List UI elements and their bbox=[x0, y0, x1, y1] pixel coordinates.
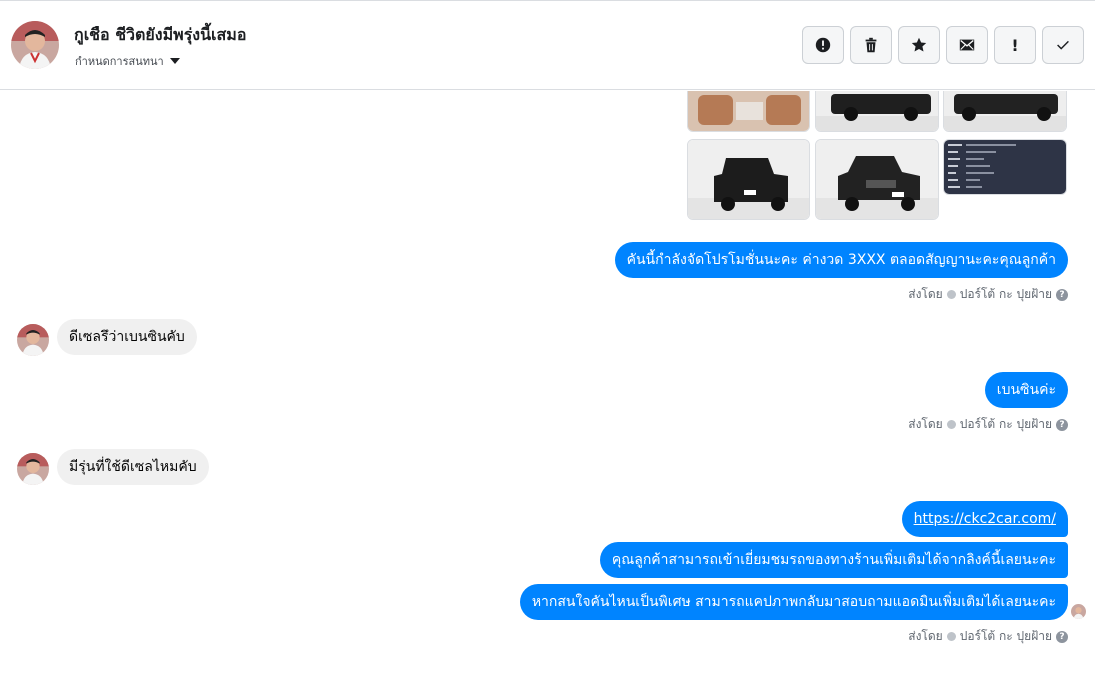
car-photo-front[interactable] bbox=[815, 139, 939, 220]
envelope-icon bbox=[959, 39, 975, 51]
message-outgoing[interactable]: คันนี้กำลังจัดโปรโมชั่นนะคะ ค่างวด 3XXX … bbox=[614, 242, 1068, 278]
message-outgoing-link[interactable]: https://ckc2car.com/ bbox=[901, 501, 1068, 537]
important-button[interactable]: ! bbox=[994, 26, 1036, 64]
help-icon[interactable]: ? bbox=[1056, 630, 1068, 643]
trash-icon bbox=[865, 37, 877, 53]
message-incoming[interactable]: ดีเซลรึว่าเบนซินคับ bbox=[57, 319, 197, 355]
star-button[interactable] bbox=[898, 26, 940, 64]
contact-avatar[interactable] bbox=[11, 21, 59, 69]
help-icon[interactable]: ? bbox=[1056, 418, 1068, 431]
sent-by-prefix: ส่งโดย bbox=[908, 287, 943, 301]
contact-name[interactable]: กูเชือ ชีวิตยังมีพรุ่งนี้เสมอ bbox=[74, 23, 246, 48]
check-circle-icon bbox=[946, 290, 956, 299]
sent-by-agent: ปอร์โต้ กะ ปุยฝ้าย bbox=[959, 629, 1052, 643]
link-text[interactable]: https://ckc2car.com/ bbox=[914, 511, 1056, 527]
help-icon[interactable]: ? bbox=[1056, 288, 1068, 301]
check-icon bbox=[1057, 40, 1069, 50]
car-photo-interior[interactable] bbox=[687, 91, 810, 132]
car-spec-sheet-photo[interactable] bbox=[943, 139, 1067, 195]
check-circle-icon bbox=[946, 632, 956, 641]
star-icon bbox=[911, 37, 927, 52]
sent-by-label: ส่งโดย ปอร์โต้ กะ ปุยฝ้าย ? bbox=[908, 285, 1068, 304]
message-outgoing[interactable]: เบนซินค่ะ bbox=[984, 372, 1068, 408]
message-thread[interactable]: คันนี้กำลังจัดโปรโมชั่นนะคะ ค่างวด 3XXX … bbox=[0, 91, 1095, 675]
conversation-settings-label: กำหนดการสนทนา bbox=[75, 55, 164, 68]
car-photo-side[interactable] bbox=[815, 91, 939, 132]
sent-by-prefix: ส่งโดย bbox=[908, 417, 943, 431]
header-actions: ! bbox=[802, 26, 1084, 64]
conversation-settings-dropdown[interactable]: กำหนดการสนทนา bbox=[75, 52, 180, 70]
sent-by-agent: ปอร์โต้ กะ ปุยฝ้าย bbox=[959, 287, 1052, 301]
alert-circle-icon bbox=[815, 37, 831, 53]
contact-avatar-small[interactable] bbox=[17, 453, 49, 485]
contact-avatar-small[interactable] bbox=[17, 324, 49, 356]
delete-button[interactable] bbox=[850, 26, 892, 64]
car-photo-rear[interactable] bbox=[687, 139, 810, 220]
sent-by-label: ส่งโดย ปอร์โต้ กะ ปุยฝ้าย ? bbox=[908, 415, 1068, 434]
sent-by-prefix: ส่งโดย bbox=[908, 629, 943, 643]
report-button[interactable] bbox=[802, 26, 844, 64]
car-photo-side-2[interactable] bbox=[943, 91, 1067, 132]
message-incoming[interactable]: มีรุ่นที่ใช้ดีเซลไหมคับ bbox=[57, 449, 209, 485]
message-outgoing[interactable]: คุณลูกค้าสามารถเข้าเยี่ยมชมรถของทางร้านเ… bbox=[599, 542, 1068, 578]
sent-by-agent: ปอร์โต้ กะ ปุยฝ้าย bbox=[959, 417, 1052, 431]
conversation-header: กูเชือ ชีวิตยังมีพรุ่งนี้เสมอ กำหนดการสน… bbox=[0, 1, 1095, 90]
message-outgoing[interactable]: หากสนใจคันไหนเป็นพิเศษ สามารถแคปภาพกลับม… bbox=[519, 584, 1068, 620]
sent-by-label: ส่งโดย ปอร์โต้ กะ ปุยฝ้าย ? bbox=[908, 627, 1068, 646]
caret-down-icon bbox=[169, 58, 180, 64]
mark-unread-button[interactable] bbox=[946, 26, 988, 64]
check-circle-icon bbox=[946, 420, 956, 429]
exclamation-icon: ! bbox=[1011, 35, 1019, 55]
done-button[interactable] bbox=[1042, 26, 1084, 64]
seen-avatar bbox=[1071, 604, 1086, 619]
